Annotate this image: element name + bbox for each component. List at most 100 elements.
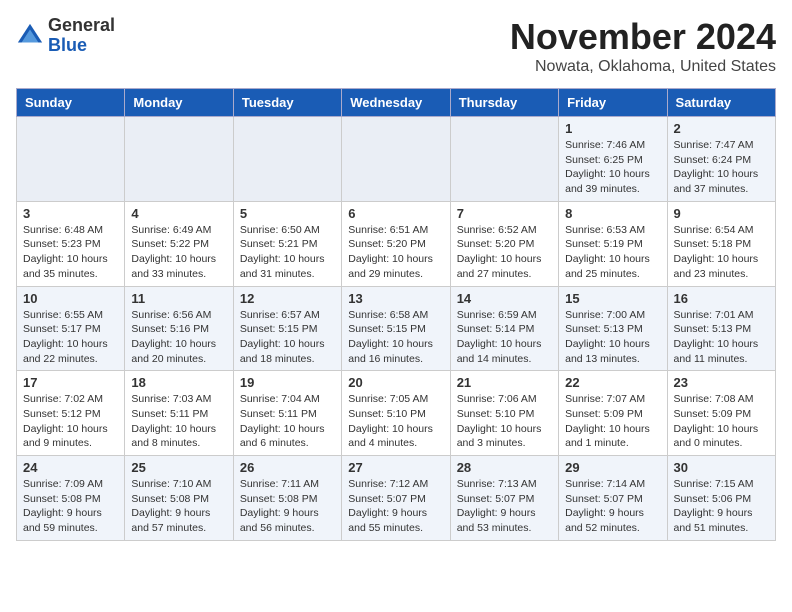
calendar-cell: 28 Sunrise: 7:13 AM Sunset: 5:07 PM Dayli… [450,456,558,541]
calendar-cell: 14 Sunrise: 6:59 AM Sunset: 5:14 PM Dayli… [450,286,558,371]
day-info: Sunrise: 6:58 AM Sunset: 5:15 PM Dayligh… [348,308,443,367]
day-number: 3 [23,206,118,221]
day-number: 22 [565,375,660,390]
day-info: Sunrise: 6:56 AM Sunset: 5:16 PM Dayligh… [131,308,226,367]
day-number: 23 [674,375,769,390]
calendar-cell: 25 Sunrise: 7:10 AM Sunset: 5:08 PM Dayli… [125,456,233,541]
day-number: 21 [457,375,552,390]
calendar-cell: 20 Sunrise: 7:05 AM Sunset: 5:10 PM Dayli… [342,371,450,456]
logo-text: General Blue [48,16,115,56]
logo-icon [16,22,44,50]
calendar-cell: 21 Sunrise: 7:06 AM Sunset: 5:10 PM Dayli… [450,371,558,456]
day-number: 16 [674,291,769,306]
calendar-cell: 22 Sunrise: 7:07 AM Sunset: 5:09 PM Dayli… [559,371,667,456]
day-info: Sunrise: 6:48 AM Sunset: 5:23 PM Dayligh… [23,223,118,282]
day-number: 17 [23,375,118,390]
calendar-cell: 16 Sunrise: 7:01 AM Sunset: 5:13 PM Dayli… [667,286,775,371]
month-title: November 2024 [510,16,776,58]
day-number: 20 [348,375,443,390]
column-header-tuesday: Tuesday [233,89,341,117]
day-number: 6 [348,206,443,221]
day-number: 25 [131,460,226,475]
calendar-header-row: SundayMondayTuesdayWednesdayThursdayFrid… [17,89,776,117]
calendar-cell: 6 Sunrise: 6:51 AM Sunset: 5:20 PM Daylig… [342,201,450,286]
calendar-week-row: 10 Sunrise: 6:55 AM Sunset: 5:17 PM Dayli… [17,286,776,371]
day-number: 14 [457,291,552,306]
day-info: Sunrise: 6:51 AM Sunset: 5:20 PM Dayligh… [348,223,443,282]
day-info: Sunrise: 7:09 AM Sunset: 5:08 PM Dayligh… [23,477,118,536]
calendar-week-row: 24 Sunrise: 7:09 AM Sunset: 5:08 PM Dayli… [17,456,776,541]
day-number: 12 [240,291,335,306]
calendar-cell: 24 Sunrise: 7:09 AM Sunset: 5:08 PM Dayli… [17,456,125,541]
day-number: 1 [565,121,660,136]
calendar-cell [450,117,558,202]
day-info: Sunrise: 7:05 AM Sunset: 5:10 PM Dayligh… [348,392,443,451]
day-number: 9 [674,206,769,221]
calendar-cell: 17 Sunrise: 7:02 AM Sunset: 5:12 PM Dayli… [17,371,125,456]
calendar-cell: 27Sunrise: 7:12 AM Sunset: 5:07 PM Dayli… [342,456,450,541]
day-info: Sunrise: 6:53 AM Sunset: 5:19 PM Dayligh… [565,223,660,282]
day-info: Sunrise: 7:06 AM Sunset: 5:10 PM Dayligh… [457,392,552,451]
day-number: 7 [457,206,552,221]
day-info: Sunrise: 7:13 AM Sunset: 5:07 PM Dayligh… [457,477,552,536]
calendar-cell: 30 Sunrise: 7:15 AM Sunset: 5:06 PM Dayli… [667,456,775,541]
day-number: 10 [23,291,118,306]
calendar-cell [342,117,450,202]
day-number: 13 [348,291,443,306]
day-info: Sunrise: 6:50 AM Sunset: 5:21 PM Dayligh… [240,223,335,282]
calendar-cell: 10 Sunrise: 6:55 AM Sunset: 5:17 PM Dayli… [17,286,125,371]
day-info: Sunrise: 7:01 AM Sunset: 5:13 PM Dayligh… [674,308,769,367]
calendar-cell: 18 Sunrise: 7:03 AM Sunset: 5:11 PM Dayli… [125,371,233,456]
calendar-cell: 4 Sunrise: 6:49 AM Sunset: 5:22 PM Daylig… [125,201,233,286]
calendar-cell: 26 Sunrise: 7:11 AM Sunset: 5:08 PM Dayli… [233,456,341,541]
day-number: 4 [131,206,226,221]
calendar-cell: 15 Sunrise: 7:00 AM Sunset: 5:13 PM Dayli… [559,286,667,371]
day-info: Sunrise: 6:52 AM Sunset: 5:20 PM Dayligh… [457,223,552,282]
day-info: Sunrise: 7:10 AM Sunset: 5:08 PM Dayligh… [131,477,226,536]
calendar-cell: 3 Sunrise: 6:48 AM Sunset: 5:23 PM Daylig… [17,201,125,286]
page-header: General Blue November 2024 Nowata, Oklah… [16,16,776,76]
calendar: SundayMondayTuesdayWednesdayThursdayFrid… [16,88,776,541]
day-info: Sunrise: 6:55 AM Sunset: 5:17 PM Dayligh… [23,308,118,367]
day-info: Sunrise: 6:57 AM Sunset: 5:15 PM Dayligh… [240,308,335,367]
column-header-saturday: Saturday [667,89,775,117]
day-info: Sunrise: 6:54 AM Sunset: 5:18 PM Dayligh… [674,223,769,282]
calendar-cell: 9 Sunrise: 6:54 AM Sunset: 5:18 PM Daylig… [667,201,775,286]
title-area: November 2024 Nowata, Oklahoma, United S… [510,16,776,76]
day-number: 24 [23,460,118,475]
day-info: Sunrise: 7:00 AM Sunset: 5:13 PM Dayligh… [565,308,660,367]
day-info: Sunrise: 7:07 AM Sunset: 5:09 PM Dayligh… [565,392,660,451]
calendar-cell [233,117,341,202]
calendar-week-row: 17 Sunrise: 7:02 AM Sunset: 5:12 PM Dayli… [17,371,776,456]
column-header-wednesday: Wednesday [342,89,450,117]
day-number: 27 [348,460,443,475]
calendar-week-row: 3 Sunrise: 6:48 AM Sunset: 5:23 PM Daylig… [17,201,776,286]
calendar-cell: 29Sunrise: 7:14 AM Sunset: 5:07 PM Dayli… [559,456,667,541]
column-header-friday: Friday [559,89,667,117]
day-info: Sunrise: 7:15 AM Sunset: 5:06 PM Dayligh… [674,477,769,536]
day-info: Sunrise: 7:11 AM Sunset: 5:08 PM Dayligh… [240,477,335,536]
day-number: 28 [457,460,552,475]
day-info: Sunrise: 6:49 AM Sunset: 5:22 PM Dayligh… [131,223,226,282]
day-number: 18 [131,375,226,390]
calendar-cell [125,117,233,202]
calendar-cell: 19Sunrise: 7:04 AM Sunset: 5:11 PM Dayli… [233,371,341,456]
day-info: Sunrise: 7:46 AM Sunset: 6:25 PM Dayligh… [565,138,660,197]
day-info: Sunrise: 7:47 AM Sunset: 6:24 PM Dayligh… [674,138,769,197]
day-number: 26 [240,460,335,475]
calendar-cell: 23Sunrise: 7:08 AM Sunset: 5:09 PM Dayli… [667,371,775,456]
day-number: 30 [674,460,769,475]
calendar-cell: 7 Sunrise: 6:52 AM Sunset: 5:20 PM Daylig… [450,201,558,286]
day-number: 5 [240,206,335,221]
calendar-cell: 13 Sunrise: 6:58 AM Sunset: 5:15 PM Dayli… [342,286,450,371]
day-info: Sunrise: 7:03 AM Sunset: 5:11 PM Dayligh… [131,392,226,451]
day-number: 11 [131,291,226,306]
calendar-cell: 5 Sunrise: 6:50 AM Sunset: 5:21 PM Daylig… [233,201,341,286]
day-info: Sunrise: 7:02 AM Sunset: 5:12 PM Dayligh… [23,392,118,451]
column-header-thursday: Thursday [450,89,558,117]
day-number: 15 [565,291,660,306]
logo: General Blue [16,16,115,56]
day-number: 2 [674,121,769,136]
day-info: Sunrise: 6:59 AM Sunset: 5:14 PM Dayligh… [457,308,552,367]
day-number: 19 [240,375,335,390]
